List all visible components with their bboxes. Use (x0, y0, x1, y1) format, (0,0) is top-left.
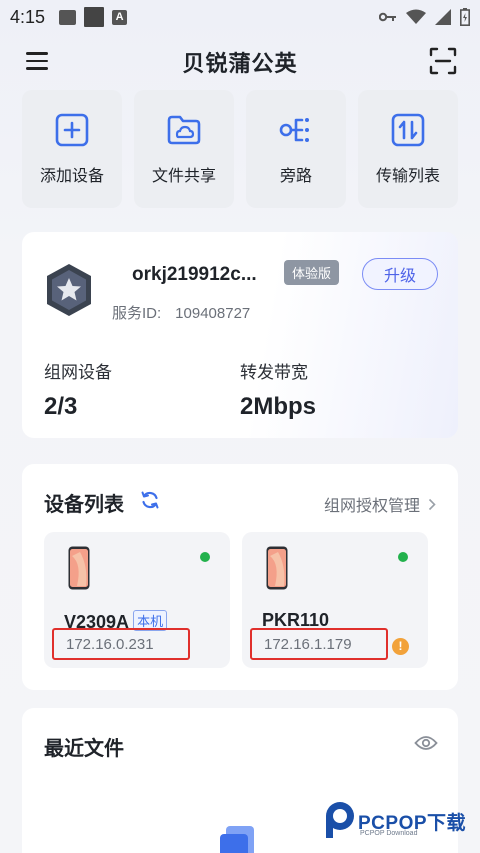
a-notification-icon: A (112, 9, 128, 25)
folder-cloud-icon (167, 115, 201, 145)
device-tile[interactable]: PKR110 172.16.1.179 ! (242, 532, 428, 668)
key-icon (379, 12, 396, 22)
bypass-button[interactable]: 旁路 (246, 90, 346, 208)
phone-icon (68, 546, 90, 590)
stat-label: 组网设备 (44, 363, 112, 382)
add-device-label: 添加设备 (39, 168, 104, 185)
device-list-title: 设备列表 (44, 494, 124, 516)
stat-label: 转发带宽 (240, 363, 308, 382)
stat-value: 2/3 (44, 393, 78, 420)
app-header: 贝锐蒲公英 (0, 34, 480, 90)
file-share-button[interactable]: 文件共享 (134, 90, 234, 208)
stat-value: 2Mbps (240, 393, 317, 420)
wifi-icon (406, 9, 426, 24)
manage-label: 组网授权管理 (323, 498, 420, 515)
refresh-icon[interactable] (140, 490, 160, 510)
recent-files-title: 最近文件 (44, 738, 124, 760)
status-time: 4:15 (10, 6, 46, 27)
bypass-label: 旁路 (279, 168, 312, 185)
upgrade-button[interactable]: 升级 (362, 258, 438, 290)
bypass-icon (279, 118, 309, 142)
pcpop-logo-icon (326, 802, 354, 838)
watermark-subtext: PCPOP Download (360, 830, 418, 837)
service-id-label: 服务ID: (112, 305, 162, 322)
service-id-row: 服务ID: 109408727 (112, 302, 250, 323)
transfer-list-icon (391, 113, 425, 147)
signal-icon (435, 9, 451, 25)
stat-bandwidth: 转发带宽 2Mbps (240, 358, 316, 421)
account-tier-badge: 体验版 (284, 260, 340, 285)
device-list-card: 设备列表 组网授权管理 V2309A 本机 172.16.0.231 PKR110… (22, 464, 458, 690)
member-badge-icon (47, 264, 91, 316)
site-watermark: PCPOP下载 PCPOP Download (324, 800, 474, 842)
online-status-dot (398, 552, 408, 562)
online-status-dot (200, 552, 210, 562)
network-auth-manage-link[interactable]: 组网授权管理 (324, 492, 436, 516)
transfer-list-label: 传输列表 (375, 168, 440, 185)
menu-icon[interactable] (26, 52, 48, 70)
eye-icon[interactable] (414, 734, 438, 752)
page-title: 贝锐蒲公英 (182, 51, 298, 76)
battery-icon (460, 8, 470, 26)
account-card: orkj219912c... 体验版 升级 服务ID: 109408727 组网设… (22, 232, 458, 438)
gallery-notification-icon (59, 9, 77, 25)
warning-icon[interactable]: ! (392, 638, 409, 655)
device-ip: 172.16.1.179 (250, 628, 388, 660)
file-share-label: 文件共享 (151, 168, 216, 185)
transfer-list-button[interactable]: 传输列表 (358, 90, 458, 208)
device-ip: 172.16.0.231 (52, 628, 190, 660)
service-id-value: 109408727 (175, 305, 251, 322)
scan-icon[interactable] (428, 46, 458, 76)
quick-actions: 添加设备 文件共享 旁路 传输列表 (22, 90, 458, 208)
status-bar: 4:15 A (0, 0, 480, 34)
device-tile[interactable]: V2309A 本机 172.16.0.231 (44, 532, 230, 668)
chevron-right-icon (428, 498, 436, 510)
app-notification-icon (84, 7, 105, 27)
add-device-icon (55, 113, 89, 147)
add-device-button[interactable]: 添加设备 (22, 90, 122, 208)
account-name: orkj219912c... (132, 264, 257, 285)
phone-icon (266, 546, 288, 590)
stat-network-devices: 组网设备 2/3 (44, 358, 112, 421)
empty-files-illustration-icon (220, 826, 254, 853)
